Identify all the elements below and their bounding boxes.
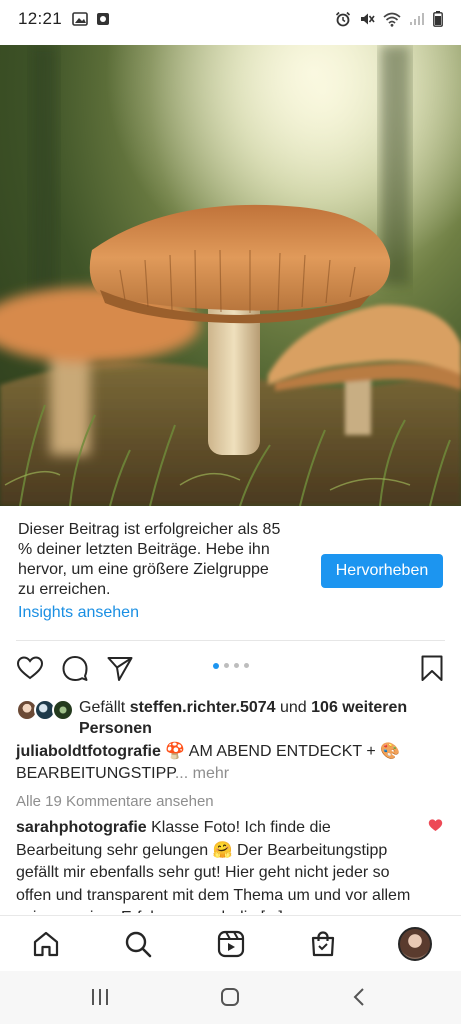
- status-time: 12:21: [18, 9, 63, 28]
- wifi-icon: [383, 12, 401, 27]
- mushroom-photo-illustration: [0, 45, 461, 506]
- likes-middle: und: [275, 699, 312, 716]
- recent-apps-icon[interactable]: [90, 986, 110, 1008]
- liker-avatars: [16, 699, 76, 721]
- battery-icon: [433, 11, 443, 27]
- home-circle-icon[interactable]: [220, 986, 240, 1008]
- bookmark-icon[interactable]: [418, 654, 446, 682]
- home-icon[interactable]: [31, 929, 61, 959]
- post-actions: [16, 652, 446, 684]
- status-bar: 12:21: [0, 0, 461, 38]
- view-all-comments-link[interactable]: Alle 19 Kommentare ansehen: [16, 793, 214, 810]
- search-icon[interactable]: [123, 929, 153, 959]
- carousel-dot: [234, 663, 239, 668]
- alarm-icon: [335, 11, 351, 27]
- carousel-dot: [244, 663, 249, 668]
- gallery-notification-icon: [72, 12, 88, 26]
- liker-username[interactable]: steffen.richter.5074: [130, 699, 276, 716]
- paper-plane-icon[interactable]: [106, 654, 134, 682]
- divider: [16, 640, 445, 641]
- promotion-box: Dieser Beitrag ist erfolgreicher als 85 …: [18, 520, 443, 621]
- post-photo[interactable]: [0, 45, 461, 506]
- caption-more-link[interactable]: mehr: [188, 765, 229, 782]
- comment-username[interactable]: sarahphotografie: [16, 819, 147, 836]
- signal-icon: [410, 13, 424, 25]
- shop-icon[interactable]: [308, 929, 338, 959]
- carousel-indicator: [213, 662, 249, 669]
- post-caption: juliaboldtfotografie 🍄 AM ABEND ENTDECKT…: [16, 741, 446, 785]
- comment-item: sarahphotografie Klasse Foto! Ich finde …: [16, 817, 411, 913]
- promotion-text: Dieser Beitrag ist erfolgreicher als 85 …: [18, 521, 281, 598]
- comment-bubble-icon[interactable]: [61, 654, 89, 682]
- heart-outline-icon[interactable]: [16, 654, 44, 682]
- caption-ellipsis: ...: [174, 765, 189, 782]
- caption-username[interactable]: juliaboldtfotografie: [16, 743, 161, 760]
- profile-avatar[interactable]: [398, 927, 432, 961]
- record-notification-icon: [97, 13, 110, 25]
- mute-icon: [361, 13, 375, 25]
- reels-icon[interactable]: [216, 929, 246, 959]
- likes-summary[interactable]: Gefällt steffen.richter.5074 und 106 wei…: [16, 697, 446, 739]
- system-navigation-bar: [0, 971, 461, 1024]
- carousel-dot-active: [213, 662, 219, 669]
- bottom-navigation: [0, 915, 461, 971]
- insights-link[interactable]: Insights ansehen: [18, 604, 139, 622]
- heart-filled-icon[interactable]: [428, 818, 443, 832]
- back-chevron-icon[interactable]: [351, 986, 367, 1008]
- carousel-dot: [224, 663, 229, 668]
- promote-button[interactable]: Hervorheben: [321, 554, 443, 588]
- likes-prefix: Gefällt: [79, 699, 130, 716]
- avatar: [52, 699, 74, 721]
